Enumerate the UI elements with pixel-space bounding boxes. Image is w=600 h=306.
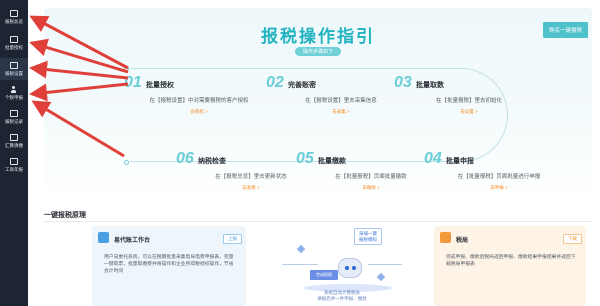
step-number: 01 [124,74,142,91]
step-name: 批量取数 [416,82,444,89]
guide-subtitle: 操作步骤如下 [294,47,342,56]
card-description: 完成申报、缴款后税局返回申报、缴款结果申报结果并返回下载税局申报表 [446,255,576,267]
sidebar-item-label: 工商年报 [5,166,23,172]
step-name: 批量申报 [446,158,474,165]
step-name: 完善账密 [288,82,316,89]
settings-icon [10,61,18,69]
step-name: 纳税检查 [198,158,226,165]
workbench-icon [98,232,109,243]
step-number: 06 [176,150,194,167]
buy-one-click-tax-button[interactable]: 购买一键报税 [542,22,588,38]
download-badge: 下载 [563,234,582,244]
step-link-declare[interactable]: 去申报 > [424,185,574,191]
caption-line: 填报后并一件申报、缴款 [317,296,367,301]
operation-guide-panel: 报税操作指引 操作步骤如下 购买一键报税 01 批量授权 在【报税设置】中对需要… [44,8,592,200]
sidebar-item-tax-settings[interactable]: 报税设置 [0,58,28,80]
overview-icon [10,9,18,17]
card-title: 税局 [456,238,469,244]
step-description: 在【批量报税】里去初始化 [435,98,502,104]
bubble-line: 报税模拟 [359,236,377,242]
card-title: 易代账工作台 [114,238,151,244]
step-description: 在【报税总览】里去更新状态 [215,174,287,180]
guide-track [130,68,508,162]
sidebar-item-label: 报税总览 [5,18,23,24]
robot-eye [345,266,349,270]
workbench-card: 易代账工作台 上报 用户向委托系统，可以在税期批量采集电局电费申报表，完量一键取… [92,226,246,306]
track-dot [124,160,129,165]
records-icon [10,109,18,117]
step-link-setup[interactable]: 去设置 > [394,109,544,115]
sidebar-item-label: 汇算清缴 [5,142,23,148]
bubble-line: 采埔一键 [359,231,377,236]
step-link-view[interactable]: 去查看 > [176,185,326,191]
robot-illustration: 采埔一键 报税模拟 完成报税 系统自动计算税表 填报后并一件申报、缴款 [282,224,402,306]
step-number: 03 [394,74,412,91]
settlement-icon [10,133,18,141]
sidebar-item-annual-report[interactable]: 工商年报 [0,154,28,176]
speech-bubble: 采埔一键 报税模拟 [354,228,382,245]
tax-bureau-card: 税局 下载 完成申报、缴款后税局返回申报、缴款结果申报结果并返回下载税局申报表 [434,226,586,306]
tax-bureau-icon [440,232,451,243]
flow-line [282,264,318,265]
done-screen: 完成报税 [310,270,338,280]
step-number: 05 [296,150,314,167]
cube-icon [296,244,306,254]
sidebar-item-label: 个税申报 [5,94,23,100]
step-name: 批量缴款 [318,158,346,165]
illustration-caption: 系统自动计算税表 填报后并一件申报、缴款 [292,290,392,302]
sidebar-item-label: 报税记录 [5,118,23,124]
sidebar: 报税总览 批量授权 报税设置 个税申报 报税记录 汇算清缴 工商年报 [0,0,28,306]
step-link-authorize[interactable]: 去授权 > [124,109,274,115]
cube-icon [376,272,386,282]
sidebar-item-label: 批量授权 [5,44,23,50]
sidebar-item-tax-records[interactable]: 报税记录 [0,106,28,128]
step-number: 02 [266,74,284,91]
guide-title: 报税操作指引 [261,27,375,46]
sidebar-item-annual-settlement[interactable]: 汇算清缴 [0,130,28,152]
step-description: 在【报税设置】中对需要报税的客户授权 [149,98,249,104]
principle-section-title: 一键报税原理 [44,212,86,219]
report-icon [10,157,18,165]
section-divider [44,221,592,222]
flow-line [368,264,402,265]
card-description: 用户向委托系统，可以在税期批量采集电局电费申报表，完量一键取票，批量取缴费并将操… [104,255,234,274]
authorize-icon [10,35,18,43]
sidebar-item-label: 报税设置 [5,70,23,76]
sidebar-item-tax-overview[interactable]: 报税总览 [0,6,28,28]
step-number: 04 [424,150,442,167]
robot-eye [352,266,356,270]
sidebar-item-batch-authorize[interactable]: 批量授权 [0,32,28,54]
robot-icon [338,258,362,278]
sidebar-item-personal-tax[interactable]: 个税申报 [0,82,28,104]
track-dot [124,66,129,71]
step-name: 批量授权 [146,82,174,89]
upload-badge: 上报 [223,234,242,244]
person-icon [10,85,18,93]
step-description: 在【批量报税】页面批量进行申报 [457,174,541,180]
